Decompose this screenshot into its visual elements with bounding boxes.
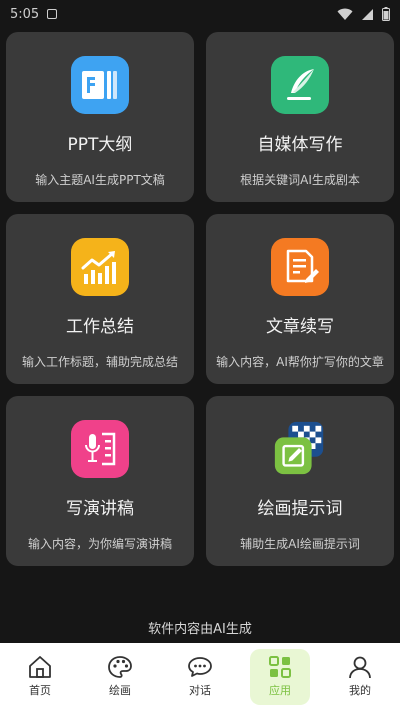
tab-label: 应用 <box>269 684 291 697</box>
bottom-tab-bar: 首页 绘画 对话 应用 我的 <box>0 643 400 710</box>
home-icon <box>29 656 51 678</box>
tab-label: 绘画 <box>109 684 131 697</box>
card-title: 工作总结 <box>66 317 134 337</box>
tab-apps[interactable]: 应用 <box>250 648 310 705</box>
card-title: 自媒体写作 <box>257 135 343 155</box>
card-description: 输入工作标题，辅助完成总结 <box>21 355 178 369</box>
card-self-media-writing[interactable]: 自媒体写作 根据关键词AI生成剧本 <box>206 32 394 202</box>
card-description: 输入内容，AI帮你扩写你的文章 <box>216 355 384 369</box>
card-speech-writing[interactable]: 写演讲稿 输入内容，为你编写演讲稿 <box>6 396 194 566</box>
tab-label: 首页 <box>29 684 51 697</box>
card-title: 写演讲稿 <box>66 499 134 519</box>
status-bar: 5:05 <box>0 0 400 28</box>
card-painting-prompts[interactable]: 绘画提示词 辅助生成AI绘画提示词 <box>206 396 394 566</box>
chat-icon <box>188 657 212 677</box>
battery-icon <box>382 7 390 21</box>
tab-home[interactable]: 首页 <box>10 649 70 705</box>
paint-edit-icon <box>271 420 329 478</box>
card-ppt-outline[interactable]: PPT大纲 输入主题AI生成PPT文稿 <box>6 32 194 202</box>
card-title: PPT大纲 <box>67 135 133 155</box>
card-description: 根据关键词AI生成剧本 <box>240 173 360 187</box>
status-time: 5:05 <box>10 6 40 22</box>
card-work-summary[interactable]: 工作总结 输入工作标题，辅助完成总结 <box>6 214 194 384</box>
app-grid: PPT大纲 输入主题AI生成PPT文稿 自媒体写作 根据关键词AI生成剧本 工作… <box>6 32 394 566</box>
ppt-icon <box>71 56 129 114</box>
quill-icon <box>271 56 329 114</box>
microphone-doc-icon <box>71 420 129 478</box>
tab-painting[interactable]: 绘画 <box>90 649 150 705</box>
card-title: 文章续写 <box>266 317 334 337</box>
card-description: 输入主题AI生成PPT文稿 <box>35 173 165 187</box>
tab-profile[interactable]: 我的 <box>330 649 390 705</box>
card-description: 辅助生成AI绘画提示词 <box>240 537 360 551</box>
palette-icon <box>108 656 132 678</box>
notification-icon <box>47 9 58 19</box>
document-edit-icon <box>271 238 329 296</box>
wifi-icon <box>337 8 353 20</box>
apps-icon <box>269 656 291 678</box>
card-title: 绘画提示词 <box>257 499 343 519</box>
chart-growth-icon <box>71 238 129 296</box>
tab-chat[interactable]: 对话 <box>170 649 230 705</box>
person-icon <box>349 656 371 679</box>
signal-icon <box>362 8 373 20</box>
card-article-continuation[interactable]: 文章续写 输入内容，AI帮你扩写你的文章 <box>206 214 394 384</box>
card-description: 输入内容，为你编写演讲稿 <box>27 537 172 551</box>
ai-content-notice: 软件内容由AI生成 <box>148 622 252 637</box>
tab-label: 对话 <box>189 684 211 697</box>
tab-label: 我的 <box>349 684 371 697</box>
